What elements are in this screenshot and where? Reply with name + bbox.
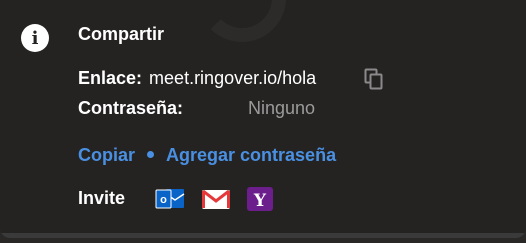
svg-text:Y: Y: [253, 191, 267, 211]
share-title: Compartir: [78, 24, 165, 44]
password-row: Contraseña:: [78, 96, 183, 120]
svg-text:o: o: [160, 194, 167, 206]
background-decoration: [198, 0, 286, 42]
bottom-divider: [0, 233, 526, 238]
link-label: Enlace:: [78, 68, 143, 88]
yahoo-icon[interactable]: Y: [246, 186, 276, 212]
link-value[interactable]: meet.ringover.io/hola: [149, 68, 316, 88]
password-value: Ninguno: [248, 98, 316, 118]
copy-button[interactable]: Copiar: [78, 145, 135, 165]
add-password-button[interactable]: Agregar contraseña: [166, 145, 336, 165]
copy-icon[interactable]: [364, 68, 384, 90]
password-label: Contraseña:: [78, 98, 184, 118]
info-icon: i: [21, 24, 49, 52]
share-actions: Copiar Agregar contraseña: [78, 143, 336, 167]
share-panel: i Compartir Enlace: meet.ringover.io/hol…: [0, 0, 526, 238]
invite-label: Invite: [78, 188, 126, 208]
link-row: Enlace: meet.ringover.io/hola: [78, 66, 316, 90]
outlook-icon[interactable]: o: [155, 186, 185, 212]
separator-dot: [147, 150, 155, 158]
gmail-icon[interactable]: [201, 186, 231, 212]
